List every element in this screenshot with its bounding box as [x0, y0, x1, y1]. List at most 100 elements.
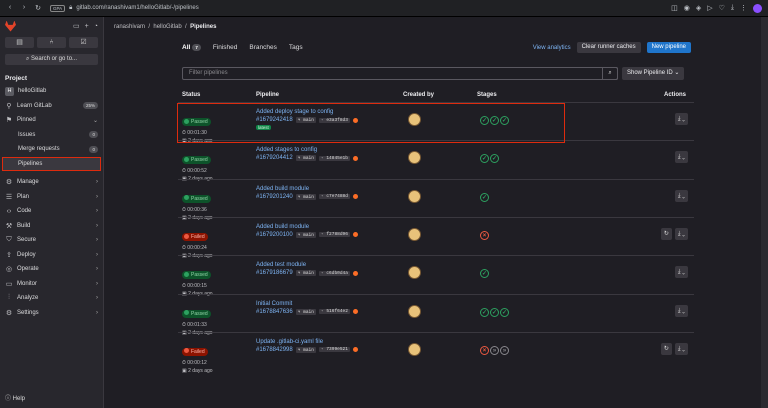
- pipeline-title-link[interactable]: Added build module: [256, 224, 358, 230]
- stage-skipped-icon[interactable]: »: [500, 345, 509, 355]
- todo-shortcut-icon[interactable]: ☑: [69, 37, 98, 48]
- pipeline-title-link[interactable]: Added stages to config: [256, 147, 358, 153]
- shield-icon[interactable]: ◈: [696, 4, 701, 12]
- pipeline-title-link[interactable]: Added deploy stage to config: [256, 109, 358, 115]
- issues-shortcut-icon[interactable]: ▤: [5, 37, 34, 48]
- help-button[interactable]: ⓘ Help: [5, 393, 25, 402]
- retry-button[interactable]: ↻: [660, 342, 672, 355]
- menu-icon[interactable]: ⋮: [740, 4, 747, 12]
- sidebar-item-deploy[interactable]: ⇪ Deploy ›: [0, 248, 103, 263]
- branch-chip[interactable]: ⑂ main: [295, 231, 316, 238]
- pipeline-title-link[interactable]: Added test module: [256, 262, 358, 268]
- status-badge[interactable]: Passed: [182, 118, 211, 126]
- download-artifacts-button[interactable]: ⤓ ⌄: [674, 266, 688, 279]
- pipeline-id-link[interactable]: #1679200100: [256, 232, 293, 238]
- sidebar-item-issues[interactable]: Issues 0: [0, 128, 103, 143]
- download-artifacts-button[interactable]: ⤓ ⌄: [674, 227, 688, 240]
- branch-chip[interactable]: ⑂ main: [295, 155, 316, 162]
- reload-icon[interactable]: ↻: [34, 4, 42, 12]
- merge-requests-shortcut-icon[interactable]: ⑃: [37, 37, 66, 48]
- tab-finished[interactable]: Finished: [213, 44, 238, 51]
- pipeline-id-link[interactable]: #1678842998: [256, 347, 293, 353]
- stage-passed-icon[interactable]: ✓: [480, 192, 489, 202]
- stage-passed-icon[interactable]: ✓: [490, 307, 499, 317]
- download-artifacts-button[interactable]: ⤓ ⌄: [674, 304, 688, 317]
- stage-passed-icon[interactable]: ✓: [490, 154, 499, 164]
- pipeline-id-link[interactable]: #1679186679: [256, 270, 293, 276]
- sidebar-item-code[interactable]: ‹› Code ›: [0, 204, 103, 219]
- commit-chip[interactable]: ◦ 516f64e2: [318, 309, 350, 314]
- heart-icon[interactable]: ♡: [719, 4, 725, 12]
- pipeline-id-link[interactable]: #1679242418: [256, 117, 293, 123]
- sidebar-item-manage[interactable]: ⚙ Manage ›: [0, 175, 103, 190]
- status-badge[interactable]: Failed: [182, 347, 208, 356]
- stage-passed-icon[interactable]: ✓: [500, 307, 509, 317]
- status-badge[interactable]: Failed: [182, 232, 208, 241]
- pipeline-id-link[interactable]: #1679201240: [256, 194, 293, 200]
- branch-chip[interactable]: ⑂ main: [295, 346, 316, 353]
- sidebar-item-settings[interactable]: ⚙ Settings ›: [0, 306, 103, 321]
- avatar[interactable]: [408, 266, 421, 280]
- tab-all[interactable]: All 7: [182, 44, 201, 51]
- sidebar-item-secure[interactable]: ⛉ Secure ›: [0, 233, 103, 248]
- breadcrumb-page[interactable]: Pipelines: [190, 24, 216, 30]
- sidebar-item-learn[interactable]: ⚲ Learn GitLab 25%: [0, 99, 103, 114]
- stage-failed-icon[interactable]: ×: [480, 345, 489, 355]
- commit-chip[interactable]: ◦ c7e7488d: [318, 194, 350, 200]
- branch-chip[interactable]: ⑂ main: [295, 270, 316, 277]
- sidebar-item-pinned[interactable]: ⚑ Pinned ⌄: [0, 113, 103, 128]
- commit-chip[interactable]: ◦ f2788d96: [318, 232, 350, 238]
- download-artifacts-button[interactable]: ⤓ ⌄: [674, 113, 688, 125]
- status-badge[interactable]: Passed: [182, 271, 211, 280]
- status-badge[interactable]: Passed: [182, 194, 211, 203]
- status-badge[interactable]: Passed: [182, 156, 211, 165]
- avatar[interactable]: [408, 113, 421, 126]
- profile-avatar[interactable]: [753, 3, 762, 13]
- sidebar-toggle-icon[interactable]: ▭: [73, 22, 80, 30]
- view-analytics-link[interactable]: View analytics: [533, 45, 571, 51]
- stage-failed-icon[interactable]: ×: [480, 230, 489, 240]
- new-pipeline-button[interactable]: New pipeline: [646, 42, 691, 53]
- gitlab-logo-icon[interactable]: [5, 20, 16, 32]
- back-icon[interactable]: ‹: [6, 4, 14, 12]
- tab-tags[interactable]: Tags: [289, 44, 303, 51]
- camera-icon[interactable]: ◉: [684, 4, 690, 12]
- show-pipeline-id-dropdown[interactable]: Show Pipeline ID ⌄: [622, 67, 685, 80]
- sidebar-item-operate[interactable]: ◎ Operate ›: [0, 262, 103, 277]
- search-button[interactable]: ⌕ Search or go to...: [5, 54, 98, 65]
- sidebar-item-monitor[interactable]: ▭ Monitor ›: [0, 277, 103, 292]
- sidebar-item-analyze[interactable]: ⫶ Analyze ›: [0, 291, 103, 306]
- stage-skipped-icon[interactable]: »: [490, 345, 499, 355]
- retry-button[interactable]: ↻: [660, 227, 672, 240]
- play-icon[interactable]: ▷: [707, 4, 712, 12]
- stage-passed-icon[interactable]: ✓: [500, 116, 509, 125]
- tab-branches[interactable]: Branches: [249, 44, 276, 51]
- search-icon[interactable]: ⌕: [602, 67, 618, 80]
- branch-chip[interactable]: ⑂ main: [295, 117, 316, 123]
- pipeline-title-link[interactable]: Initial Commit: [256, 301, 358, 307]
- sidebar-item-merge-requests[interactable]: Merge requests 0: [0, 142, 103, 157]
- pipeline-id-link[interactable]: #1678847636: [256, 309, 293, 315]
- avatar[interactable]: [408, 151, 421, 165]
- pipeline-title-link[interactable]: Update .gitlab-ci.yaml file: [256, 339, 358, 345]
- pipeline-title-link[interactable]: Added build module: [256, 186, 358, 192]
- clear-runner-caches-button[interactable]: Clear runner caches: [576, 42, 641, 53]
- download-artifacts-button[interactable]: ⤓ ⌄: [674, 189, 688, 202]
- commit-chip[interactable]: ◦ c6db0d4a: [318, 270, 350, 276]
- status-badge[interactable]: Passed: [182, 309, 211, 318]
- stage-passed-icon[interactable]: ✓: [480, 307, 489, 317]
- avatar[interactable]: [408, 189, 421, 203]
- sidebar-item-plan[interactable]: ☰ Plan ›: [0, 190, 103, 205]
- branch-chip[interactable]: ⑂ main: [295, 193, 316, 200]
- commit-chip[interactable]: ◦ 14845e1b: [318, 155, 350, 161]
- breadcrumb-project[interactable]: helloGitlab: [153, 24, 181, 30]
- sidebar-item-build[interactable]: ⚒ Build ›: [0, 219, 103, 234]
- breadcrumb-user[interactable]: ranashivam: [114, 24, 145, 30]
- scrollbar[interactable]: [761, 17, 768, 408]
- avatar[interactable]: [408, 227, 421, 241]
- branch-chip[interactable]: ⑂ main: [295, 308, 316, 315]
- user-avatar-icon[interactable]: ◔: [94, 23, 98, 30]
- filter-input[interactable]: Filter pipelines: [182, 67, 618, 80]
- stage-passed-icon[interactable]: ✓: [480, 116, 489, 125]
- pipeline-id-link[interactable]: #1679204412: [256, 155, 293, 161]
